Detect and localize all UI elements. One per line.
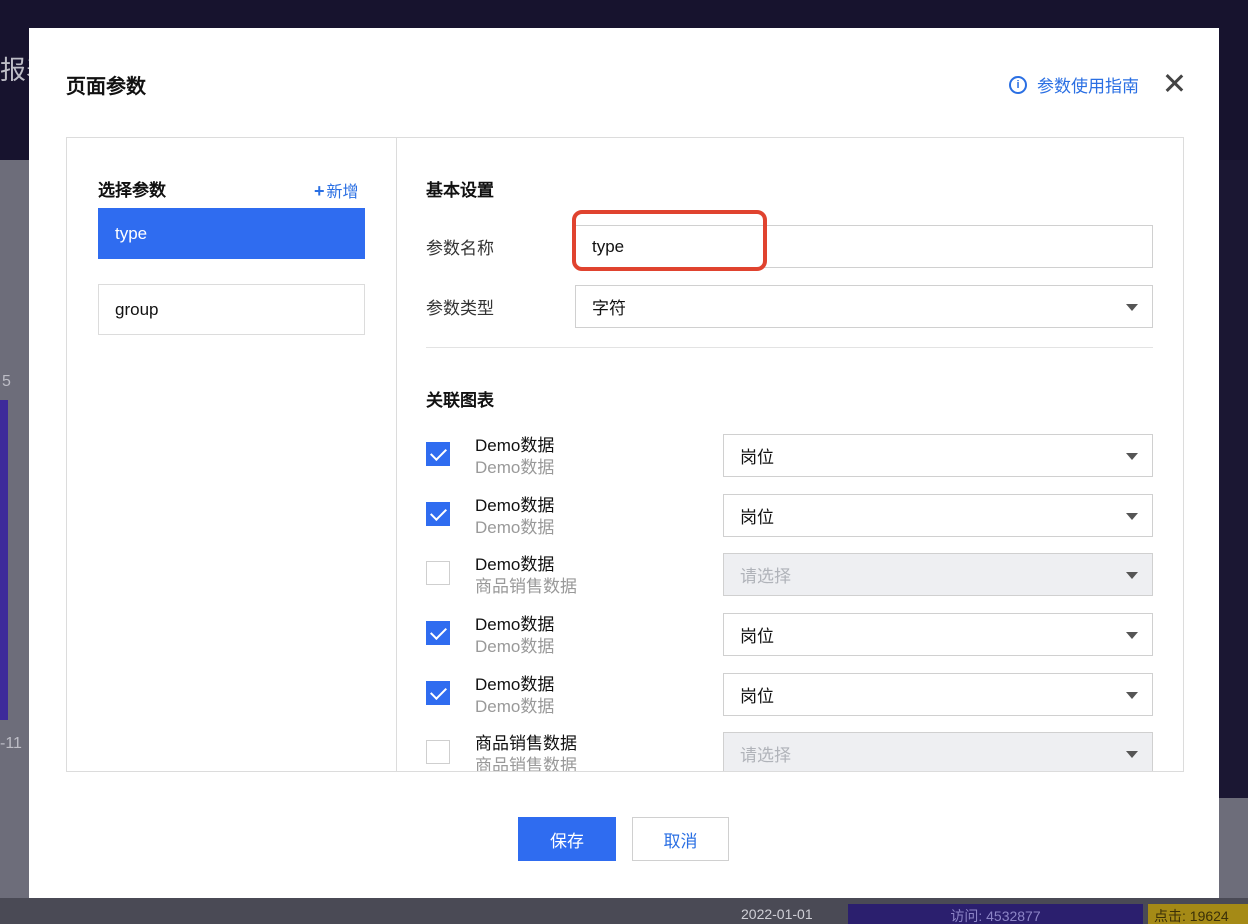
chart-checkbox[interactable] xyxy=(426,681,450,705)
save-button[interactable]: 保存 xyxy=(518,817,616,861)
background-visits: 访问: 4532877 xyxy=(848,904,1143,924)
chevron-down-icon xyxy=(1126,632,1138,639)
param-settings-pane: 基本设置 参数名称 type 参数类型 字符 关联图表 Demo数据 Demo数… xyxy=(397,138,1184,771)
chart-checkbox[interactable] xyxy=(426,740,450,764)
chart-field-select: 请选择 xyxy=(723,553,1153,596)
chart-row: Demo数据 商品销售数据 请选择 xyxy=(426,553,1153,597)
modal-title: 页面参数 xyxy=(66,76,146,98)
basic-settings-title: 基本设置 xyxy=(426,181,494,200)
chart-field-value: 岗位 xyxy=(740,627,774,646)
page-params-modal: 页面参数 i 参数使用指南 选择参数 + 新增 type group 基本设置 参… xyxy=(29,28,1219,898)
param-list-pane: 选择参数 + 新增 type group xyxy=(67,138,397,771)
chart-checkbox[interactable] xyxy=(426,442,450,466)
background-clicks: 点击: 19624 xyxy=(1148,904,1248,924)
param-name-label: 参数名称 xyxy=(426,239,494,258)
plus-icon: + xyxy=(314,181,325,201)
chart-field-placeholder: 请选择 xyxy=(740,746,791,765)
chart-row: 商品销售数据 商品销售数据 请选择 xyxy=(426,732,1153,771)
chart-checkbox[interactable] xyxy=(426,561,450,585)
params-panel: 选择参数 + 新增 type group 基本设置 参数名称 type 参数类型 … xyxy=(66,137,1184,772)
param-item-group[interactable]: group xyxy=(98,284,365,335)
add-param-button[interactable]: + 新增 xyxy=(314,178,359,202)
chart-row: Demo数据 Demo数据 岗位 xyxy=(426,494,1153,538)
chart-field-select[interactable]: 岗位 xyxy=(723,613,1153,656)
chart-field-select[interactable]: 岗位 xyxy=(723,434,1153,477)
chart-row: Demo数据 Demo数据 岗位 xyxy=(426,673,1153,717)
param-guide-label: 参数使用指南 xyxy=(1037,77,1139,96)
background-axis-label: -11 xyxy=(0,735,22,752)
add-param-label: 新增 xyxy=(326,184,359,201)
close-icon[interactable] xyxy=(1163,72,1185,94)
chevron-down-icon xyxy=(1126,453,1138,460)
param-item-type[interactable]: type xyxy=(98,208,365,259)
background-date: 2022-01-01 xyxy=(741,906,813,922)
background-chart-bar xyxy=(0,400,8,720)
chart-source: Demo数据 xyxy=(475,637,555,656)
background-axis-label: 5 xyxy=(2,373,11,390)
chevron-down-icon xyxy=(1126,751,1138,758)
param-type-label: 参数类型 xyxy=(426,299,494,318)
chart-row: Demo数据 Demo数据 岗位 xyxy=(426,434,1153,478)
param-type-select[interactable]: 字符 xyxy=(575,285,1153,328)
chevron-down-icon xyxy=(1126,572,1138,579)
param-name-input[interactable]: type xyxy=(575,225,1153,268)
chart-checkbox[interactable] xyxy=(426,621,450,645)
chart-field-select[interactable]: 岗位 xyxy=(723,494,1153,537)
chart-field-select[interactable]: 岗位 xyxy=(723,673,1153,716)
chart-field-placeholder: 请选择 xyxy=(740,567,791,586)
chart-source: Demo数据 xyxy=(475,697,555,716)
chart-field-value: 岗位 xyxy=(740,448,774,467)
cancel-button[interactable]: 取消 xyxy=(632,817,729,861)
param-list-title: 选择参数 xyxy=(98,181,166,200)
section-divider xyxy=(426,347,1153,348)
chart-source: Demo数据 xyxy=(475,518,555,537)
chart-row: Demo数据 Demo数据 岗位 xyxy=(426,613,1153,657)
param-type-value: 字符 xyxy=(592,299,626,318)
chart-source: Demo数据 xyxy=(475,458,555,477)
info-icon: i xyxy=(1009,75,1027,94)
param-guide-link[interactable]: i 参数使用指南 xyxy=(1009,72,1139,97)
chart-field-select: 请选择 xyxy=(723,732,1153,771)
chart-source: 商品销售数据 xyxy=(475,756,577,771)
linked-charts-title: 关联图表 xyxy=(426,391,494,410)
chart-field-value: 岗位 xyxy=(740,508,774,527)
chevron-down-icon xyxy=(1126,304,1138,311)
chevron-down-icon xyxy=(1126,513,1138,520)
chevron-down-icon xyxy=(1126,692,1138,699)
chart-checkbox[interactable] xyxy=(426,502,450,526)
chart-field-value: 岗位 xyxy=(740,687,774,706)
chart-source: 商品销售数据 xyxy=(475,577,577,596)
